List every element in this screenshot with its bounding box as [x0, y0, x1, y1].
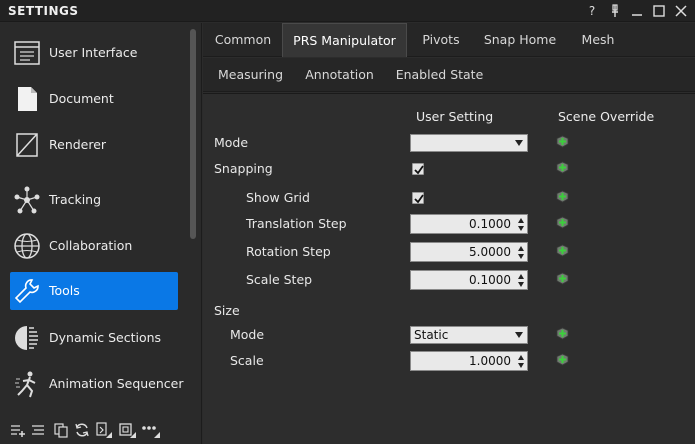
tab-snap-home[interactable]: Snap Home — [475, 23, 565, 57]
scene-override-show-grid-icon[interactable] — [556, 190, 569, 203]
size-scale-value: 1.0000 — [469, 354, 511, 368]
scale-step-spinbox[interactable]: 0.1000 — [410, 270, 528, 290]
spin-up-icon[interactable] — [518, 246, 524, 251]
pin-icon[interactable] — [607, 3, 623, 19]
translation-step-label: Translation Step — [246, 216, 347, 231]
snapping-checkbox[interactable] — [412, 163, 424, 175]
size-mode-dropdown-value: Static — [414, 328, 449, 342]
dynamic-sections-icon — [12, 323, 42, 353]
rotation-step-value: 5.0000 — [469, 245, 511, 259]
maximize-icon[interactable] — [651, 3, 667, 19]
show-grid-checkbox[interactable] — [412, 192, 424, 204]
tab-pivots[interactable]: Pivots — [411, 23, 471, 57]
help-button[interactable]: ? — [584, 3, 600, 19]
size-mode-label: Mode — [230, 327, 265, 342]
sidebar-item-tools[interactable]: Tools — [10, 272, 178, 310]
size-section-label: Size — [214, 303, 240, 318]
tab-row-1: Common PRS Manipulator Pivots Snap Home … — [203, 23, 695, 57]
sidebar-item-document[interactable]: Document — [10, 80, 178, 118]
size-mode-dropdown[interactable]: Static — [410, 326, 528, 344]
size-scale-label: Scale — [230, 353, 264, 368]
minimize-icon[interactable] — [629, 3, 645, 19]
chevron-down-icon — [515, 140, 523, 146]
snapping-label: Snapping — [214, 161, 273, 176]
rotation-step-label: Rotation Step — [246, 244, 331, 259]
scene-override-mode-icon[interactable] — [556, 135, 569, 148]
spin-up-icon[interactable] — [518, 218, 524, 223]
export-icon[interactable] — [118, 422, 136, 438]
translation-step-value: 0.1000 — [469, 217, 511, 231]
chevron-down-icon — [515, 332, 523, 338]
spin-down-icon[interactable] — [518, 363, 524, 368]
document-icon — [12, 84, 42, 114]
sidebar-item-user-interface[interactable]: User Interface — [10, 34, 178, 72]
scene-override-size-mode-icon[interactable] — [556, 327, 569, 340]
add-icon[interactable] — [10, 422, 26, 438]
spin-down-icon[interactable] — [518, 282, 524, 287]
tab-annotation[interactable]: Annotation — [297, 58, 382, 92]
spin-down-icon[interactable] — [518, 226, 524, 231]
refresh-icon[interactable] — [74, 422, 90, 438]
tab-enabled-state[interactable]: Enabled State — [387, 58, 492, 92]
sidebar-scrollbar[interactable] — [190, 29, 196, 239]
sidebar-item-label: Animation Sequencer — [49, 376, 184, 391]
prs-manipulator-settings: User Setting Scene Override Mode Snappin… — [203, 93, 695, 444]
sidebar-item-label: Tools — [49, 283, 80, 298]
sidebar-item-label: Dynamic Sections — [49, 330, 162, 345]
scene-override-translation-step-icon[interactable] — [556, 216, 569, 229]
tracking-icon — [12, 185, 42, 215]
scale-step-value: 0.1000 — [469, 273, 511, 287]
user-interface-icon — [12, 38, 42, 68]
sidebar-item-label: Tracking — [49, 192, 102, 207]
mode-dropdown[interactable] — [410, 134, 528, 152]
scale-step-label: Scale Step — [246, 272, 313, 287]
animation-sequencer-icon — [12, 369, 42, 399]
sidebar-item-renderer[interactable]: Renderer — [10, 126, 178, 164]
translation-step-spinbox[interactable]: 0.1000 — [410, 214, 528, 234]
renderer-icon — [12, 130, 42, 160]
sidebar: User Interface Document Renderer Trackin… — [0, 23, 202, 444]
tab-mesh[interactable]: Mesh — [569, 23, 627, 57]
spin-up-icon[interactable] — [518, 274, 524, 279]
scene-override-scale-step-icon[interactable] — [556, 272, 569, 285]
tools-icon — [12, 276, 42, 306]
sidebar-item-tracking[interactable]: Tracking — [10, 181, 178, 219]
more-icon[interactable] — [141, 422, 160, 438]
settings-main-panel: Common PRS Manipulator Pivots Snap Home … — [203, 23, 695, 444]
close-icon[interactable] — [673, 3, 689, 19]
scene-override-rotation-step-icon[interactable] — [556, 244, 569, 257]
scene-override-snapping-icon[interactable] — [556, 161, 569, 174]
show-grid-label: Show Grid — [246, 190, 310, 205]
column-header-scene-override: Scene Override — [558, 109, 655, 124]
window-title: SETTINGS — [8, 4, 79, 18]
collaboration-icon — [12, 231, 42, 261]
sidebar-toolbar — [0, 415, 202, 444]
title-bar: SETTINGS ? — [0, 0, 695, 22]
rotation-step-spinbox[interactable]: 5.0000 — [410, 242, 528, 262]
sidebar-item-label: Collaboration — [49, 238, 133, 253]
size-scale-spinbox[interactable]: 1.0000 — [410, 351, 528, 371]
copy-icon[interactable] — [53, 422, 69, 438]
tab-prs-manipulator[interactable]: PRS Manipulator — [282, 23, 407, 57]
sidebar-item-label: Renderer — [49, 137, 107, 152]
sidebar-item-label: Document — [49, 91, 114, 106]
list-icon[interactable] — [31, 422, 47, 438]
scene-override-size-scale-icon[interactable] — [556, 353, 569, 366]
spin-up-icon[interactable] — [518, 355, 524, 360]
sidebar-item-dynamic-sections[interactable]: Dynamic Sections — [10, 319, 178, 357]
tab-row-2: Measuring Annotation Enabled State — [203, 58, 695, 92]
tab-measuring[interactable]: Measuring — [208, 58, 293, 92]
import-icon[interactable] — [95, 422, 112, 438]
column-header-user-setting: User Setting — [416, 109, 494, 124]
sidebar-item-collaboration[interactable]: Collaboration — [10, 227, 178, 265]
mode-label: Mode — [214, 135, 249, 150]
sidebar-item-label: User Interface — [49, 45, 138, 60]
spin-down-icon[interactable] — [518, 254, 524, 259]
sidebar-item-animation-sequencer[interactable]: Animation Sequencer — [10, 365, 184, 403]
tab-common[interactable]: Common — [208, 23, 278, 57]
